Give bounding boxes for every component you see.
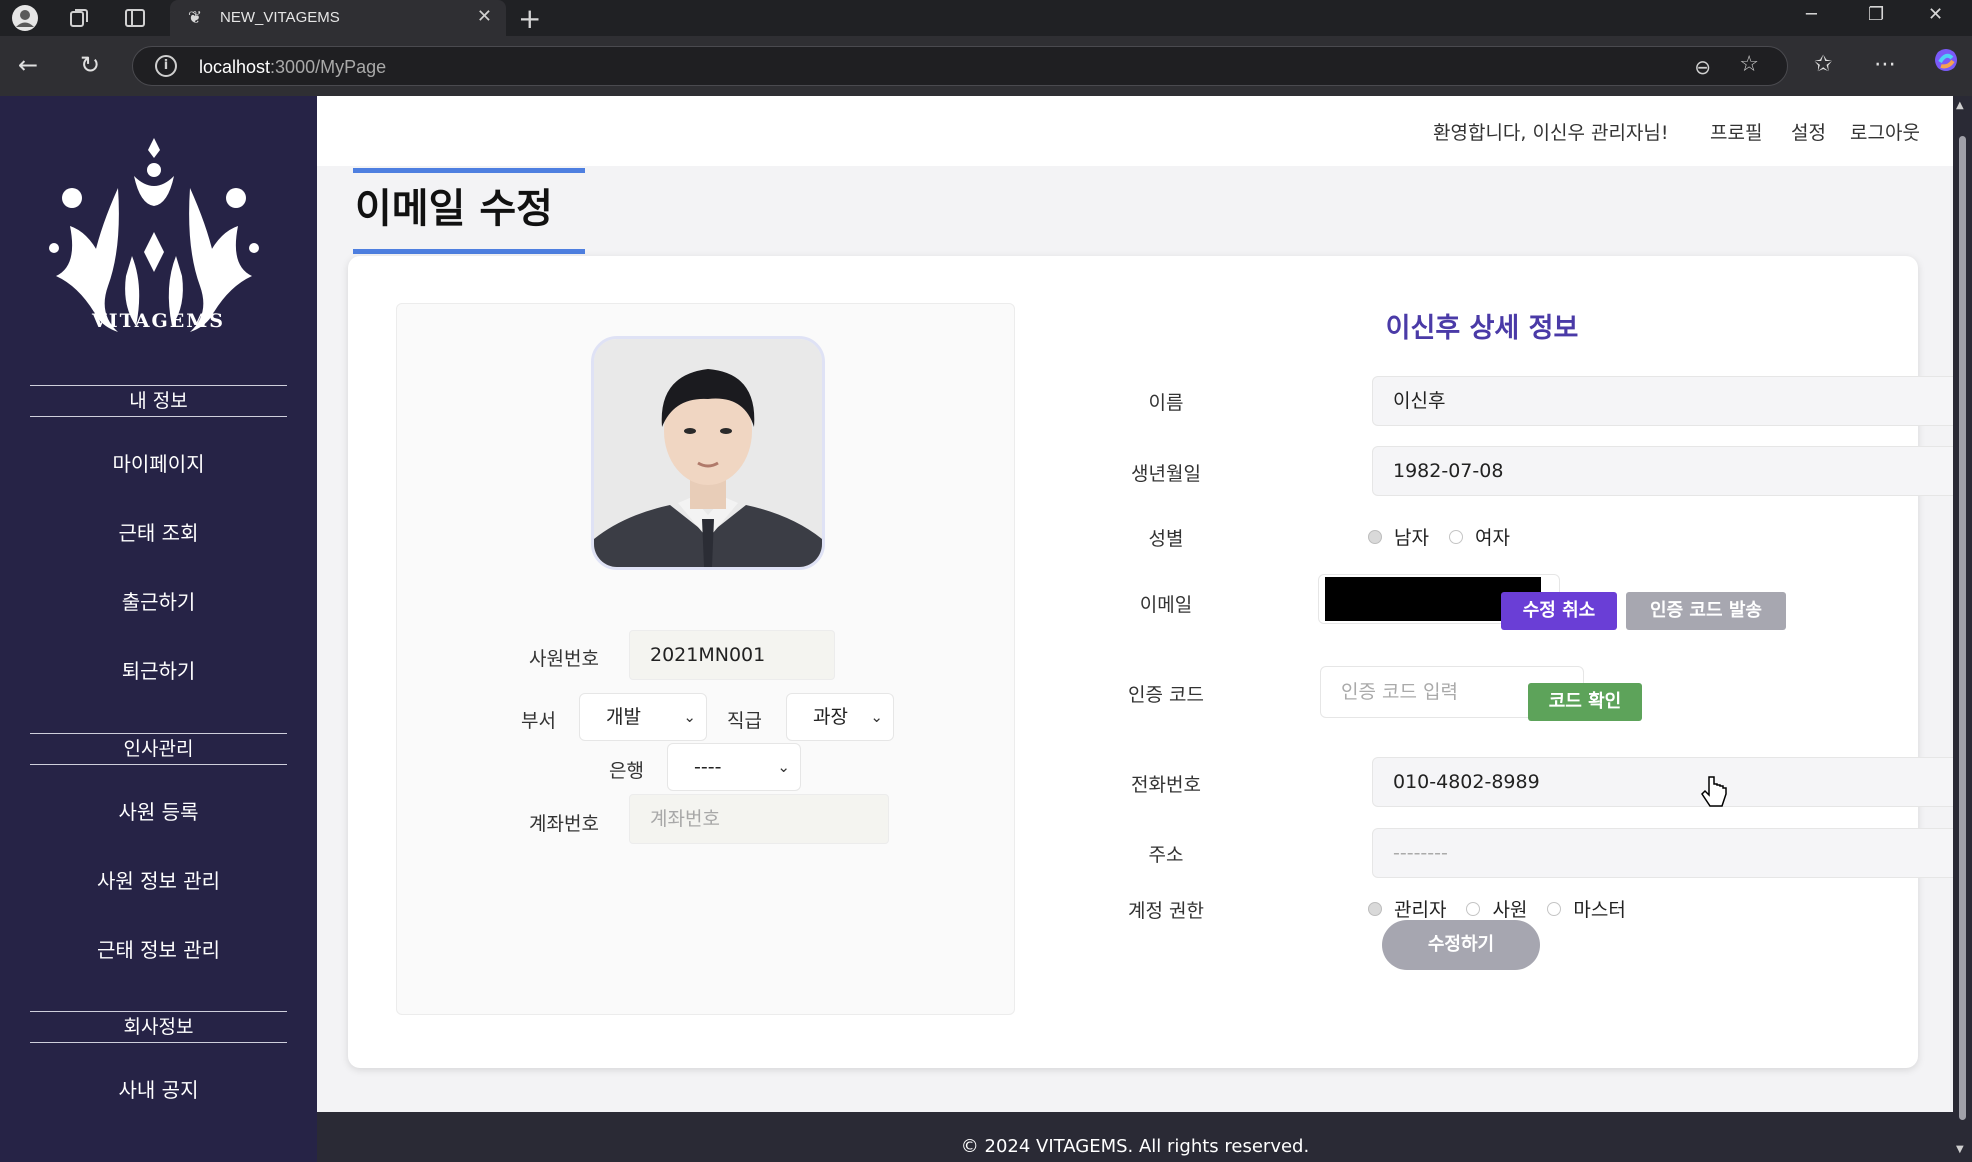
scroll-down-icon[interactable]: ▼ <box>1956 1144 1964 1155</box>
sidebar-item-notice[interactable]: 사내 공지 <box>0 1074 317 1103</box>
vitagems-logo-icon <box>49 138 259 332</box>
verify-code-button[interactable]: 코드 확인 <box>1528 683 1642 721</box>
rank-select[interactable]: 과장 ⌄ <box>786 693 894 741</box>
workspaces-icon[interactable] <box>64 3 94 33</box>
sidebar-item-attendance-management[interactable]: 근태 정보 관리 <box>0 934 317 963</box>
send-code-button[interactable]: 인증 코드 발송 <box>1626 592 1786 630</box>
sidebar-section-company: 회사정보 <box>30 1011 287 1043</box>
profile-summary-panel: 사원번호 2021MN001 부서 개발 ⌄ 직급 과장 ⌄ 은행 ---- ⌄… <box>396 303 1015 1015</box>
chevron-down-icon: ⌄ <box>683 708 696 726</box>
sidebar-item-register-employee[interactable]: 사원 등록 <box>0 796 317 825</box>
tab-actions-icon[interactable] <box>120 3 150 33</box>
radio-employee[interactable] <box>1466 901 1481 916</box>
site-info-icon[interactable]: i <box>155 55 177 77</box>
gender-option-female[interactable]: 여자 <box>1448 523 1510 550</box>
account-label: 계좌번호 <box>529 813 599 835</box>
scroll-thumb[interactable] <box>1959 136 1966 1120</box>
bookmark-star-icon[interactable]: ☆ <box>1739 52 1759 77</box>
birth-label: 생년월일 <box>1131 463 1201 485</box>
code-label: 인증 코드 <box>1128 684 1204 706</box>
profile-link[interactable]: 프로필 <box>1710 118 1762 145</box>
favorites-icon[interactable]: ✩ <box>1814 52 1832 77</box>
phone-label: 전화번호 <box>1131 774 1201 796</box>
page-title: 이메일 수정 <box>353 168 585 254</box>
chevron-down-icon: ⌄ <box>870 708 883 726</box>
more-menu-icon[interactable]: ⋯ <box>1874 52 1896 77</box>
bank-label: 은행 <box>609 760 644 782</box>
bank-value: ---- <box>694 756 722 778</box>
submit-button[interactable]: 수정하기 <box>1382 920 1540 970</box>
logout-link[interactable]: 로그아웃 <box>1850 118 1920 145</box>
sidebar-item-attendance[interactable]: 근태 조회 <box>0 517 317 546</box>
url-field[interactable]: i localhost:3000/MyPage ⊖ ☆ <box>132 46 1788 86</box>
mouse-cursor-icon <box>1701 776 1727 807</box>
rank-value: 과장 <box>813 706 848 728</box>
cancel-edit-button[interactable]: 수정 취소 <box>1501 592 1617 630</box>
zoom-icon[interactable]: ⊖ <box>1694 55 1711 79</box>
top-nav: 환영합니다, 이신우 관리자님! 프로필 설정 로그아웃 <box>317 96 1953 166</box>
settings-link[interactable]: 설정 <box>1791 118 1826 145</box>
radio-female[interactable] <box>1448 529 1463 544</box>
role-label: 계정 권한 <box>1128 900 1204 922</box>
page-scrollbar[interactable]: ▲ ▼ <box>1953 96 1972 1162</box>
sidebar-section-my-info: 내 정보 <box>30 385 287 417</box>
radio-male[interactable] <box>1368 529 1382 544</box>
vitagems-favicon-icon: ❦ <box>187 8 203 28</box>
scroll-up-icon[interactable]: ▲ <box>1956 100 1964 111</box>
dept-select[interactable]: 개발 ⌄ <box>579 693 707 741</box>
employee-no-label: 사원번호 <box>529 648 599 670</box>
bank-select[interactable]: ---- ⌄ <box>667 743 801 791</box>
url-text: localhost:3000/MyPage <box>199 57 387 77</box>
name-input[interactable]: 이신후 <box>1372 376 1966 426</box>
sidebar: VITAGEMS 내 정보 마이페이지 근태 조회 출근하기 퇴근하기 인사관리… <box>0 96 317 1162</box>
radio-master[interactable] <box>1547 901 1562 916</box>
welcome-text: 환영합니다, 이신우 관리자님! <box>1433 122 1669 144</box>
role-option-employee[interactable]: 사원 <box>1466 895 1527 922</box>
close-tab-icon[interactable]: ✕ <box>477 6 492 27</box>
browser-tab-bar: ❦ NEW_VITAGEMS ✕ + ─ ❐ ✕ <box>0 0 1972 36</box>
detail-title: 이신후 상세 정보 <box>1385 313 1579 344</box>
sidebar-section-hr: 인사관리 <box>30 733 287 765</box>
sidebar-item-mypage[interactable]: 마이페이지 <box>0 448 317 477</box>
address-bar: ← ↻ i localhost:3000/MyPage ⊖ ☆ ✩ ⋯ <box>0 36 1972 96</box>
dept-value: 개발 <box>606 706 641 728</box>
close-window-icon[interactable]: ✕ <box>1928 4 1943 25</box>
phone-input[interactable]: 010-4802-8989 <box>1372 757 1966 807</box>
dept-label: 부서 <box>521 710 556 732</box>
role-radio-group: 관리자 사원 마스터 <box>1368 895 1646 922</box>
rank-label: 직급 <box>727 710 762 732</box>
account-input[interactable]: 계좌번호 <box>629 794 889 844</box>
main-content: 환영합니다, 이신우 관리자님! 프로필 설정 로그아웃 이메일 수정 사원번호… <box>317 96 1966 1112</box>
gender-label: 성별 <box>1148 528 1184 550</box>
profile-photo <box>591 336 825 570</box>
tab-title: NEW_VITAGEMS <box>220 9 340 26</box>
chevron-down-icon: ⌄ <box>777 758 790 776</box>
logo-text: VITAGEMS <box>92 310 225 332</box>
radio-admin[interactable] <box>1368 901 1382 916</box>
restore-icon[interactable]: ❐ <box>1868 4 1884 25</box>
sidebar-item-clock-out[interactable]: 퇴근하기 <box>0 655 317 684</box>
copilot-icon[interactable] <box>1932 46 1960 80</box>
gender-option-male[interactable]: 남자 <box>1368 523 1429 550</box>
email-label: 이메일 <box>1139 594 1193 616</box>
employee-no-field: 2021MN001 <box>629 630 835 680</box>
gender-radio-group: 남자 여자 <box>1368 523 1530 550</box>
profile-card: 사원번호 2021MN001 부서 개발 ⌄ 직급 과장 ⌄ 은행 ---- ⌄… <box>348 256 1966 1068</box>
browser-tab-active[interactable]: ❦ NEW_VITAGEMS ✕ <box>170 0 506 36</box>
sidebar-item-clock-in[interactable]: 출근하기 <box>0 586 317 615</box>
name-label: 이름 <box>1148 392 1184 414</box>
profile-icon[interactable] <box>10 3 40 33</box>
sidebar-item-employee-management[interactable]: 사원 정보 관리 <box>0 865 317 894</box>
address-label: 주소 <box>1148 844 1184 866</box>
role-option-master[interactable]: 마스터 <box>1547 895 1626 922</box>
birth-input[interactable]: 1982-07-08 <box>1372 446 1966 496</box>
new-tab-icon[interactable]: + <box>518 2 541 35</box>
back-icon[interactable]: ← <box>18 51 38 79</box>
reload-icon[interactable]: ↻ <box>80 51 100 79</box>
footer: © 2024 VITAGEMS. All rights reserved. <box>317 1112 1953 1162</box>
role-option-admin[interactable]: 관리자 <box>1368 895 1446 922</box>
minimize-icon[interactable]: ─ <box>1806 4 1817 25</box>
address-input[interactable]: -------- <box>1372 828 1966 878</box>
